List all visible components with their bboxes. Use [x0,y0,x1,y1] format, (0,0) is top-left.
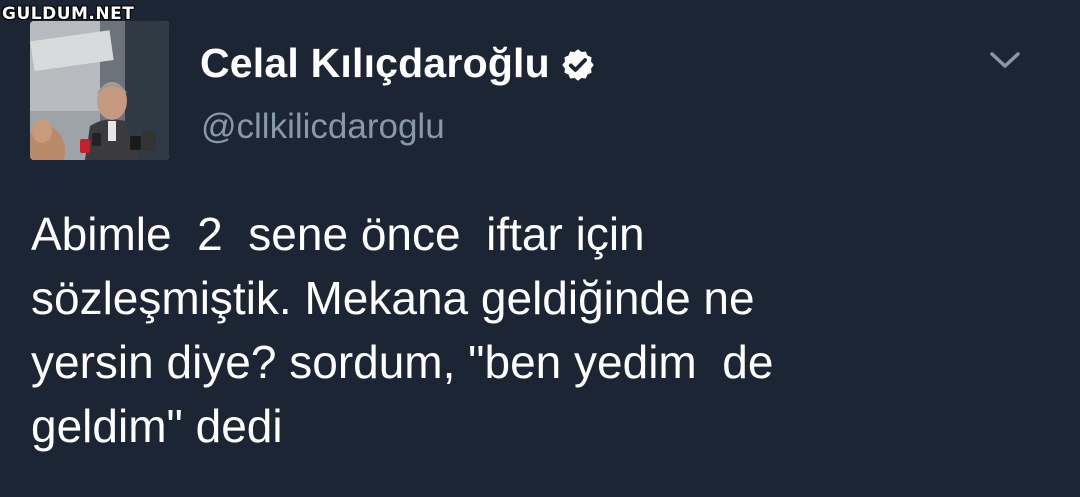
chevron-down-icon[interactable] [988,47,1022,73]
author-name-row[interactable]: Celal Kılıçdaroğlu [200,40,596,87]
avatar[interactable] [30,21,169,160]
author-handle[interactable]: @cllkilicdaroglu [201,107,445,147]
author-display-name[interactable]: Celal Kılıçdaroğlu [200,40,550,87]
verified-badge-icon [560,47,596,83]
tweet-text: Abimle 2 sene önce iftar için sözleşmişt… [31,208,774,452]
avatar-photo [30,21,169,160]
